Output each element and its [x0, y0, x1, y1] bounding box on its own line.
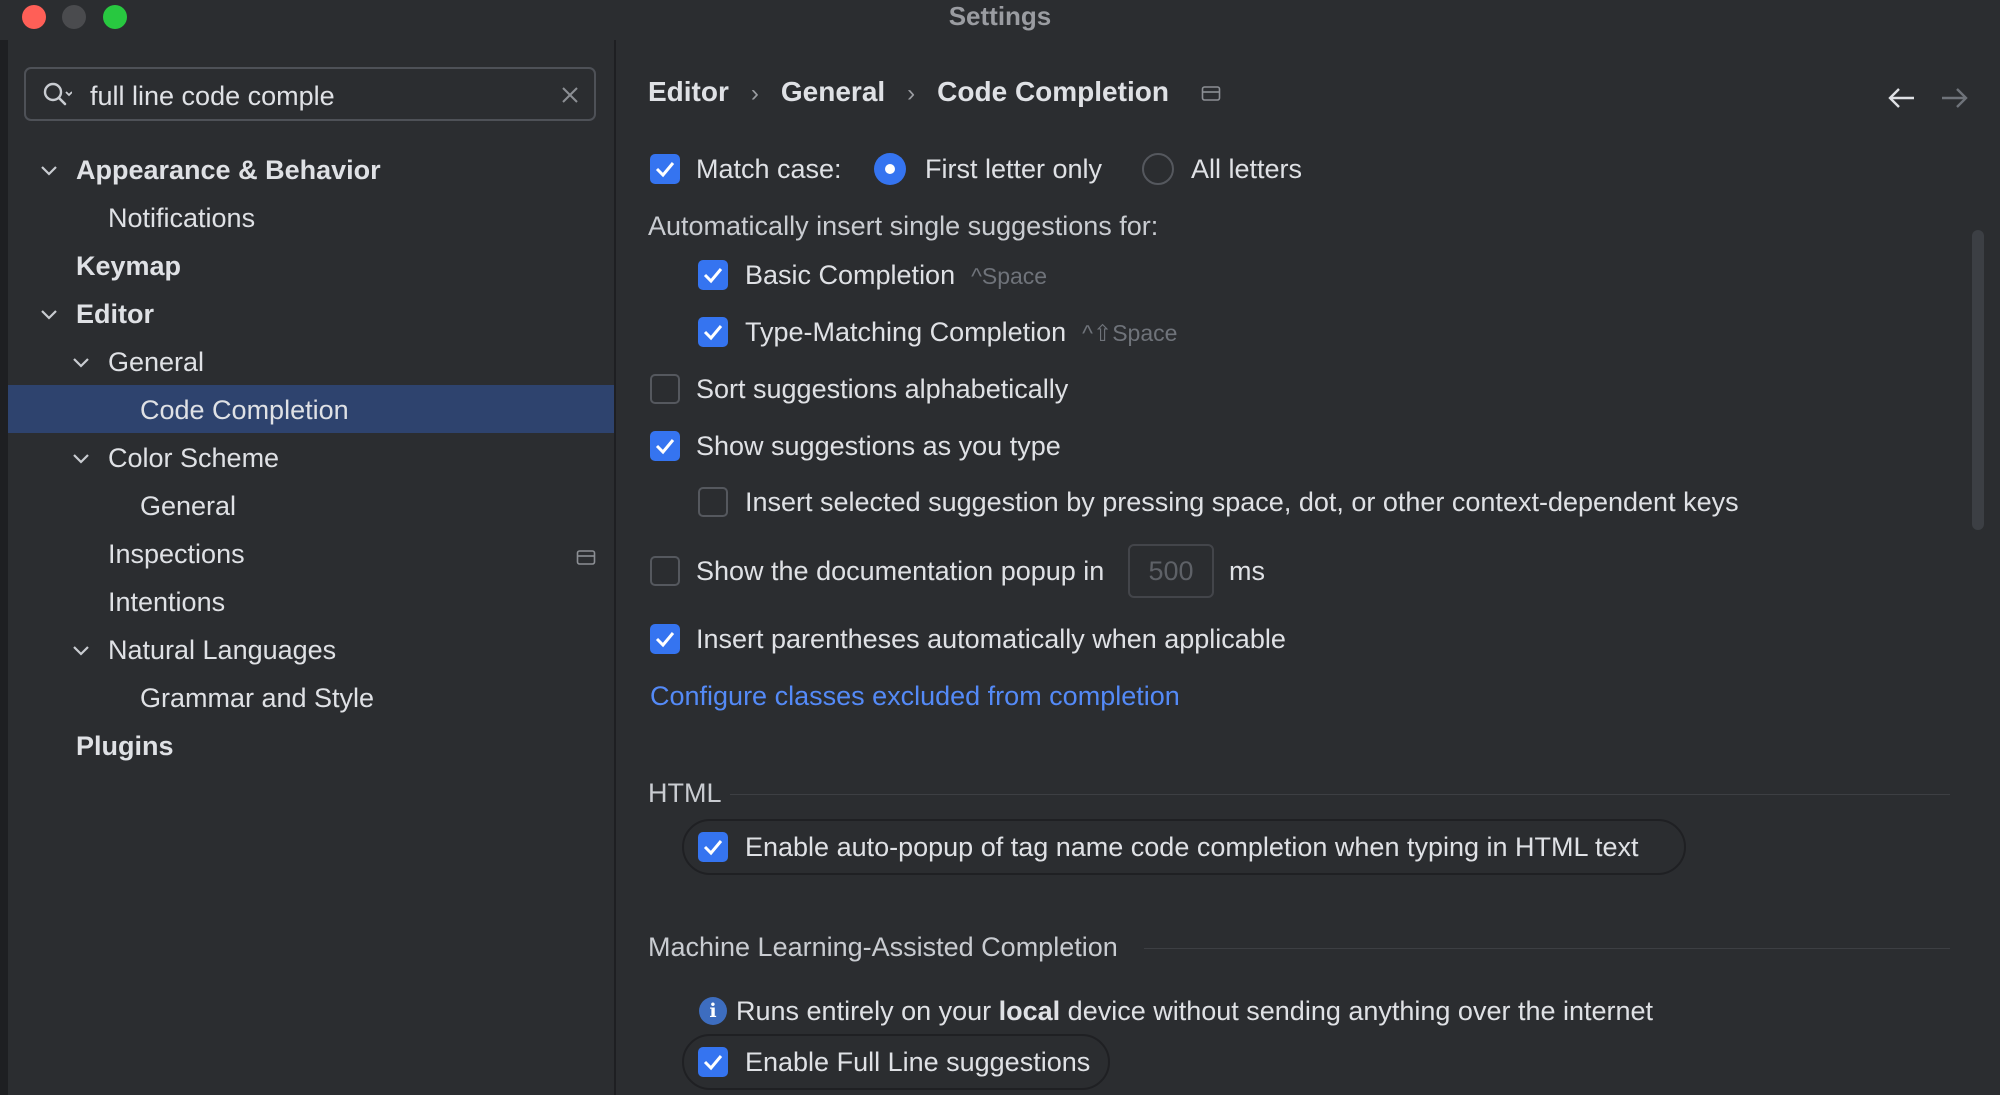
tree-item-natural-languages[interactable]: Natural Languages [108, 627, 336, 673]
chevron-down-icon[interactable] [38, 303, 60, 325]
shortcut-hint: ^Space [971, 263, 1048, 289]
ml-info-post: device without sending anything over the… [1060, 996, 1654, 1026]
tree-item-code-completion[interactable]: Code Completion [140, 387, 349, 433]
chevron-down-icon[interactable] [70, 447, 92, 469]
sort-alpha-checkbox[interactable] [650, 374, 680, 404]
tree-item-general[interactable]: General [108, 339, 204, 385]
ml-info-local: local [998, 996, 1061, 1026]
configure-excluded-classes-link[interactable]: Configure classes excluded from completi… [650, 676, 1180, 716]
tree-item-plugins[interactable]: Plugins [76, 723, 174, 769]
full-line-checkbox[interactable] [698, 1047, 728, 1077]
all-letters-radio[interactable] [1142, 153, 1174, 185]
basic-completion-label[interactable]: Basic Completion [745, 260, 955, 290]
ml-info-pre: Runs entirely on your [736, 996, 999, 1026]
breadcrumb-item-current: Code Completion [937, 76, 1169, 107]
breadcrumb: Editor › General › Code Completion [648, 72, 1221, 112]
settings-form: Match case: First letter only All letter… [616, 130, 2000, 1095]
chevron-down-icon[interactable] [70, 351, 92, 373]
sort-alpha-label[interactable]: Sort suggestions alphabetically [696, 369, 1068, 409]
tree-item-inspections[interactable]: Inspections [108, 531, 245, 577]
type-matching-row: Type-Matching Completion ^⇧Space [745, 312, 1177, 352]
doc-popup-checkbox[interactable] [650, 556, 680, 586]
all-letters-label[interactable]: All letters [1191, 149, 1302, 189]
back-arrow-icon[interactable] [1886, 84, 1918, 112]
html-section-title: HTML [648, 778, 722, 808]
tree-item-color-scheme-general[interactable]: General [140, 483, 236, 529]
section-divider [1144, 948, 1950, 949]
section-divider [730, 794, 1950, 795]
match-case-checkbox[interactable] [650, 154, 680, 184]
doc-popup-delay-input[interactable]: 500 [1128, 544, 1214, 598]
project-scope-icon [1201, 85, 1221, 101]
breadcrumb-item[interactable]: General [781, 76, 885, 107]
tree-item-appearance-behavior[interactable]: Appearance & Behavior [76, 147, 381, 193]
project-scope-icon [576, 550, 596, 565]
html-auto-popup-label[interactable]: Enable auto-popup of tag name code compl… [745, 827, 1639, 867]
type-matching-label[interactable]: Type-Matching Completion [745, 317, 1066, 347]
vertical-scrollbar[interactable] [1972, 230, 1984, 530]
chevron-down-icon[interactable] [38, 159, 60, 181]
tree-item-editor[interactable]: Editor [76, 291, 154, 337]
doc-popup-unit: ms [1229, 556, 1265, 586]
html-auto-popup-checkbox[interactable] [698, 832, 728, 862]
ml-section-title: Machine Learning-Assisted Completion [648, 932, 1118, 962]
search-input[interactable] [88, 77, 532, 115]
title-bar: Settings [0, 0, 2000, 40]
settings-content-pane: Editor › General › Code Completion Match cas… [616, 40, 2000, 1095]
first-letter-label[interactable]: First letter only [925, 149, 1102, 189]
search-icon [43, 82, 72, 106]
settings-search-box[interactable] [24, 67, 596, 121]
auto-insert-label: Automatically insert single suggestions … [648, 211, 1159, 241]
type-matching-checkbox[interactable] [698, 317, 728, 347]
first-letter-radio[interactable] [874, 153, 906, 185]
chevron-right-icon: › [750, 80, 759, 107]
window-title: Settings [948, 1, 1052, 31]
breadcrumb-item[interactable]: Editor [648, 76, 729, 107]
chevron-down-icon[interactable] [70, 639, 92, 661]
basic-completion-row: Basic Completion ^Space [745, 255, 1047, 295]
show-as-type-checkbox[interactable] [650, 431, 680, 461]
shortcut-hint: ^⇧Space [1082, 320, 1178, 346]
match-case-label: Match case: [696, 154, 842, 184]
tree-item-intentions[interactable]: Intentions [108, 579, 225, 625]
insert-parens-label[interactable]: Insert parentheses automatically when ap… [696, 619, 1286, 659]
chevron-right-icon: › [907, 80, 916, 107]
settings-sidebar: Appearance & Behavior Notifications Keym… [8, 40, 614, 1095]
tree-item-keymap[interactable]: Keymap [76, 243, 181, 289]
insert-selected-checkbox[interactable] [698, 487, 728, 517]
insert-selected-label[interactable]: Insert selected suggestion by pressing s… [745, 482, 1739, 522]
show-as-type-label[interactable]: Show suggestions as you type [696, 426, 1061, 466]
clear-search-icon[interactable] [558, 83, 582, 107]
ml-info-text: Runs entirely on your local device witho… [736, 991, 1653, 1031]
full-line-label[interactable]: Enable Full Line suggestions [745, 1042, 1090, 1082]
forward-arrow-icon[interactable] [1938, 84, 1970, 112]
tree-item-notifications[interactable]: Notifications [108, 195, 255, 241]
window-edge [0, 40, 8, 1095]
basic-completion-checkbox[interactable] [698, 260, 728, 290]
info-icon: i [699, 997, 727, 1025]
insert-parens-checkbox[interactable] [650, 624, 680, 654]
tree-item-color-scheme[interactable]: Color Scheme [108, 435, 279, 481]
tree-item-grammar-style[interactable]: Grammar and Style [140, 675, 374, 721]
doc-popup-label[interactable]: Show the documentation popup in [696, 551, 1104, 591]
